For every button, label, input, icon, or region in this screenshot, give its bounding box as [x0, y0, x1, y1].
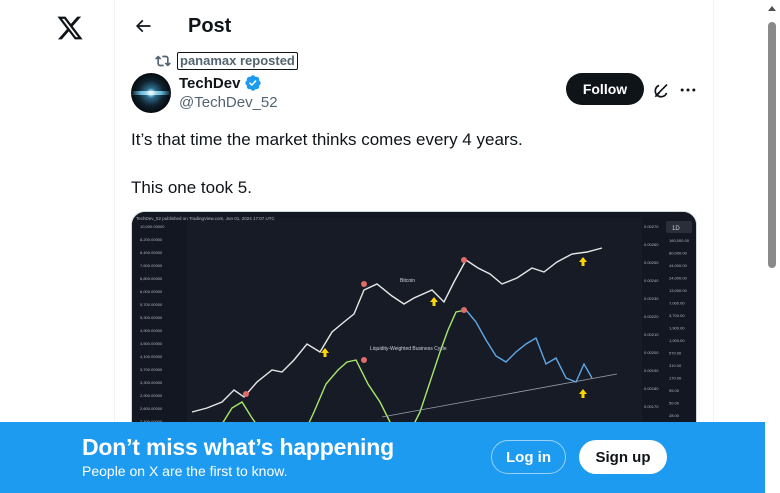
axis-tick-label: 7,600.00000 [140, 263, 163, 268]
axis-tick-label: 95.00 [669, 388, 680, 393]
tweet-line-1: It’s that time the market thinks comes e… [131, 130, 523, 149]
author-name-row: TechDev [179, 74, 262, 92]
axis-tick-label: 5,300.00000 [140, 315, 163, 320]
login-button[interactable]: Log in [491, 440, 566, 474]
axis-tick-label: 5,700.00000 [140, 302, 163, 307]
page: Post panamax reposted TechDev @TechDev_5… [0, 0, 780, 493]
axis-tick-label: 6,800.00000 [140, 276, 163, 281]
more-icon[interactable] [678, 80, 698, 100]
arrow-left-icon[interactable] [133, 16, 153, 36]
axis-tick-label: 1,900.00 [669, 326, 685, 331]
repost-indicator[interactable]: panamax reposted [155, 52, 298, 70]
verified-badge-icon [245, 75, 262, 91]
axis-tick-label: 0.00190 [644, 368, 659, 373]
scroll-up-arrow-icon[interactable] [768, 6, 776, 11]
axis-tick-label: 570.00 [669, 351, 682, 356]
axis-tick-label: 4,900.00000 [140, 328, 163, 333]
axis-tick-label: 0.00250 [644, 260, 659, 265]
axis-tick-label: 10,000.00000 [140, 224, 165, 229]
axis-tick-label: 3,700.00 [669, 313, 685, 318]
axis-tick-label: 28.00 [669, 413, 680, 418]
axis-tick-label: 0.00260 [644, 242, 659, 247]
axis-tick-label: 4,100.00000 [140, 354, 163, 359]
signup-button[interactable]: Sign up [579, 440, 667, 474]
x-logo-icon[interactable] [56, 14, 84, 42]
axis-tick-label: 160,000.00 [669, 238, 690, 243]
axis-tick-label: 80,000.00 [669, 251, 688, 256]
signup-banner: Don’t miss what’s happening People on X … [0, 422, 765, 493]
repost-label[interactable]: panamax reposted [177, 52, 298, 70]
axis-tick-label: 2,600.00000 [140, 406, 163, 411]
axis-tick-label: 50.00 [669, 401, 680, 406]
banner-subtext: People on X are the first to know. [82, 463, 288, 479]
axis-tick-label: 6,400.00000 [140, 250, 163, 255]
axis-tick-label: 0.00200 [644, 350, 659, 355]
axis-tick-label: 310.00 [669, 363, 682, 368]
avatar[interactable] [131, 73, 171, 113]
axis-tick-label: 3,300.00000 [140, 380, 163, 385]
axis-tick-label: 7,000.00 [669, 301, 685, 306]
scrollbar-thumb[interactable] [768, 22, 776, 268]
chart-label-bitcoin: Bitcoin [400, 278, 415, 284]
scrollbar[interactable] [765, 0, 780, 493]
axis-tick-label: 0.00210 [644, 332, 659, 337]
main-column: Post panamax reposted TechDev @TechDev_5… [114, 0, 714, 493]
axis-tick-label: 0.00270 [644, 224, 659, 229]
tweet-text: It’s that time the market thinks comes e… [131, 128, 691, 200]
axis-tick-label: 8,200.00000 [140, 237, 163, 242]
axis-tick-label: 1,000.00 [669, 338, 685, 343]
banner-headline: Don’t miss what’s happening [82, 434, 394, 460]
chart-label-cycle: Liquidity-Weighted Business Cycle [370, 346, 447, 352]
axis-tick-label: 2,900.00000 [140, 393, 163, 398]
axis-tick-label: 3,700.00000 [140, 367, 163, 372]
axis-tick-label: 0.00230 [644, 296, 659, 301]
axis-tick-label: 13,000.00 [669, 288, 688, 293]
axis-tick-label: 0.00180 [644, 386, 659, 391]
author-name[interactable]: TechDev [179, 75, 240, 92]
follow-button[interactable]: Follow [566, 73, 644, 105]
chart-caption: TechDev_52 published on TradingView.com,… [136, 216, 276, 221]
axis-tick-label: 0.00240 [644, 278, 659, 283]
axis-tick-label: 170.00 [669, 376, 682, 381]
page-title: Post [188, 15, 232, 37]
axis-tick-label: 24,000.00 [669, 276, 688, 281]
author-handle[interactable]: @TechDev_52 [179, 94, 278, 111]
grok-icon[interactable] [652, 80, 672, 100]
axis-tick-label: 0.00220 [644, 314, 659, 319]
repost-icon [155, 55, 171, 67]
chart-image: 10,000.00000 8,200.00000 6,400.00000 7,600.… [132, 212, 696, 440]
chart-timeframe: 1D [672, 226, 680, 232]
tweet-media-chart[interactable]: 10,000.00000 8,200.00000 6,400.00000 7,600.… [131, 211, 697, 441]
tweet-line-2: This one took 5. [131, 178, 252, 197]
axis-tick-label: 6,000.00000 [140, 289, 163, 294]
axis-tick-label: 0.00170 [644, 404, 659, 409]
axis-tick-label: 4,500.00000 [140, 341, 163, 346]
axis-tick-label: 44,000.00 [669, 263, 688, 268]
